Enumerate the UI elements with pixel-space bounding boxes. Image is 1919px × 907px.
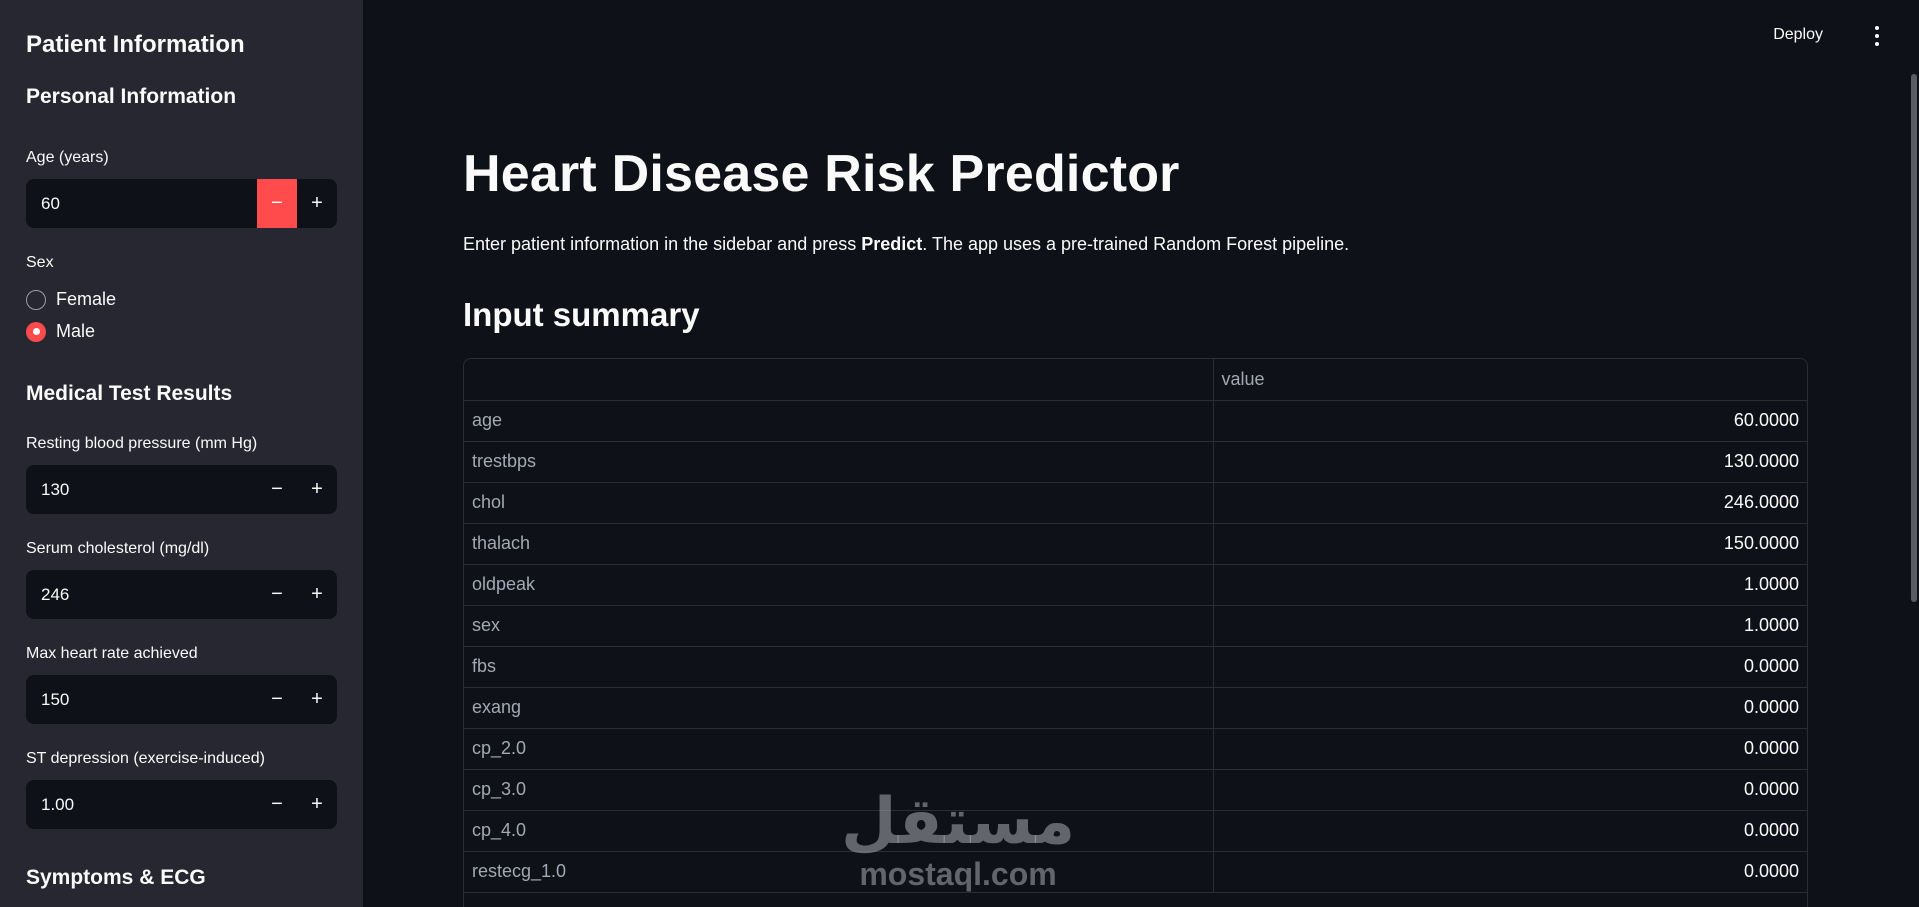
row-key: oldpeak <box>464 564 1214 606</box>
bp-increment-button[interactable]: + <box>297 465 337 514</box>
table-row: thalach 150.0000 <box>464 523 1807 565</box>
row-value[interactable]: 0.0000 <box>1213 851 1807 893</box>
row-key: sex <box>464 605 1214 647</box>
row-value[interactable]: 1.0000 <box>1213 605 1807 647</box>
chol-value[interactable]: 246 <box>26 585 257 605</box>
row-key: chol <box>464 482 1214 524</box>
row-value[interactable]: 0.0000 <box>1213 687 1807 729</box>
table-row: sex 1.0000 <box>464 605 1807 647</box>
hr-decrement-button[interactable]: − <box>257 675 297 724</box>
sidebar-title: Patient Information <box>26 31 245 58</box>
main-content: Deploy Heart Disease Risk Predictor Ente… <box>363 0 1919 907</box>
st-input[interactable]: 1.00 − + <box>26 780 337 829</box>
bp-label: Resting blood pressure (mm Hg) <box>26 435 258 452</box>
row-key: age <box>464 400 1214 442</box>
chol-label: Serum cholesterol (mg/dl) <box>26 540 210 557</box>
sex-option-male: Male <box>56 321 96 341</box>
row-value[interactable]: 60.0000 <box>1213 400 1807 442</box>
table-row: trestbps 130.0000 <box>464 441 1807 483</box>
row-key: restecg_1.0 <box>464 851 1214 893</box>
table-row: cp_2.0 0.0000 <box>464 728 1807 770</box>
index-column-header <box>464 359 1214 401</box>
age-decrement-button[interactable]: − <box>257 179 297 228</box>
hr-value[interactable]: 150 <box>26 690 257 710</box>
st-value[interactable]: 1.00 <box>26 795 257 815</box>
chol-increment-button[interactable]: + <box>297 570 337 619</box>
table-row: fbs 0.0000 <box>464 646 1807 688</box>
chol-decrement-button[interactable]: − <box>257 570 297 619</box>
row-value[interactable]: 130.0000 <box>1213 441 1807 483</box>
bp-decrement-button[interactable]: − <box>257 465 297 514</box>
watermark-latin: mostaql.com <box>859 856 1057 892</box>
row-value[interactable]: 1.0000 <box>1213 564 1807 606</box>
sex-option-female: Female <box>56 289 117 309</box>
section-personal-information: Personal Information <box>26 85 237 108</box>
age-input[interactable]: 60 − + <box>26 179 337 228</box>
st-decrement-button[interactable]: − <box>257 780 297 829</box>
section-medical-test-results: Medical Test Results <box>26 382 233 405</box>
bp-value[interactable]: 130 <box>26 480 257 500</box>
intro-text: Enter patient information in the sidebar… <box>463 234 1350 254</box>
row-value[interactable]: 0.0000 <box>1213 646 1807 688</box>
section-symptoms-ecg: Symptoms & ECG <box>26 866 206 889</box>
hr-increment-button[interactable]: + <box>297 675 337 724</box>
deploy-button[interactable]: Deploy <box>1773 26 1823 44</box>
table-row: cp_4.0 0.0000 <box>464 810 1807 852</box>
st-label: ST depression (exercise-induced) <box>26 750 265 767</box>
row-key: cp_3.0 <box>464 769 1214 811</box>
row-key: trestbps <box>464 441 1214 483</box>
page-title: Heart Disease Risk Predictor <box>463 145 1180 203</box>
predict-bold: Predict <box>861 234 923 254</box>
row-key: cp_2.0 <box>464 728 1214 770</box>
sidebar: Patient Information Personal Information… <box>0 0 363 907</box>
watermark-logo: مستقل mostaql.com <box>841 790 1075 894</box>
age-label: Age (years) <box>26 149 109 166</box>
st-increment-button[interactable]: + <box>297 780 337 829</box>
more-vert-icon[interactable] <box>1867 22 1887 50</box>
row-key: cp_4.0 <box>464 810 1214 852</box>
table-row: exang 0.0000 <box>464 687 1807 729</box>
sex-label: Sex <box>26 254 54 271</box>
table-row: age 60.0000 <box>464 400 1807 442</box>
table-row: chol 246.0000 <box>464 482 1807 524</box>
row-value[interactable]: 150.0000 <box>1213 523 1807 565</box>
table-row: oldpeak 1.0000 <box>464 564 1807 606</box>
row-value[interactable]: 0.0000 <box>1213 810 1807 852</box>
row-key: exang <box>464 687 1214 729</box>
row-key: thalach <box>464 523 1214 565</box>
watermark-arabic: مستقل <box>841 785 1076 859</box>
sex-radio-female[interactable]: Female <box>26 289 116 310</box>
age-value[interactable]: 60 <box>26 194 257 214</box>
scrollbar[interactable] <box>1911 74 1917 602</box>
value-column-header[interactable]: value <box>1213 359 1807 401</box>
table-row: cp_3.0 0.0000 <box>464 769 1807 811</box>
table-row: restecg_1.0 0.0000 <box>464 851 1807 893</box>
age-increment-button[interactable]: + <box>297 179 337 228</box>
table-header-row: value <box>464 359 1807 401</box>
row-value[interactable]: 0.0000 <box>1213 769 1807 811</box>
row-value[interactable]: 246.0000 <box>1213 482 1807 524</box>
input-summary-header: Input summary <box>463 296 700 333</box>
radio-checked-icon[interactable] <box>26 321 46 342</box>
row-key: fbs <box>464 646 1214 688</box>
bp-input[interactable]: 130 − + <box>26 465 337 514</box>
radio-unchecked-icon[interactable] <box>26 289 46 310</box>
hr-label: Max heart rate achieved <box>26 645 198 662</box>
input-summary-table[interactable]: value age 60.0000 trestbps 130.0000 chol 246.… <box>463 358 1808 907</box>
chol-input[interactable]: 246 − + <box>26 570 337 619</box>
row-value[interactable]: 0.0000 <box>1213 728 1807 770</box>
hr-input[interactable]: 150 − + <box>26 675 337 724</box>
sex-radio-male[interactable]: Male <box>26 321 95 342</box>
